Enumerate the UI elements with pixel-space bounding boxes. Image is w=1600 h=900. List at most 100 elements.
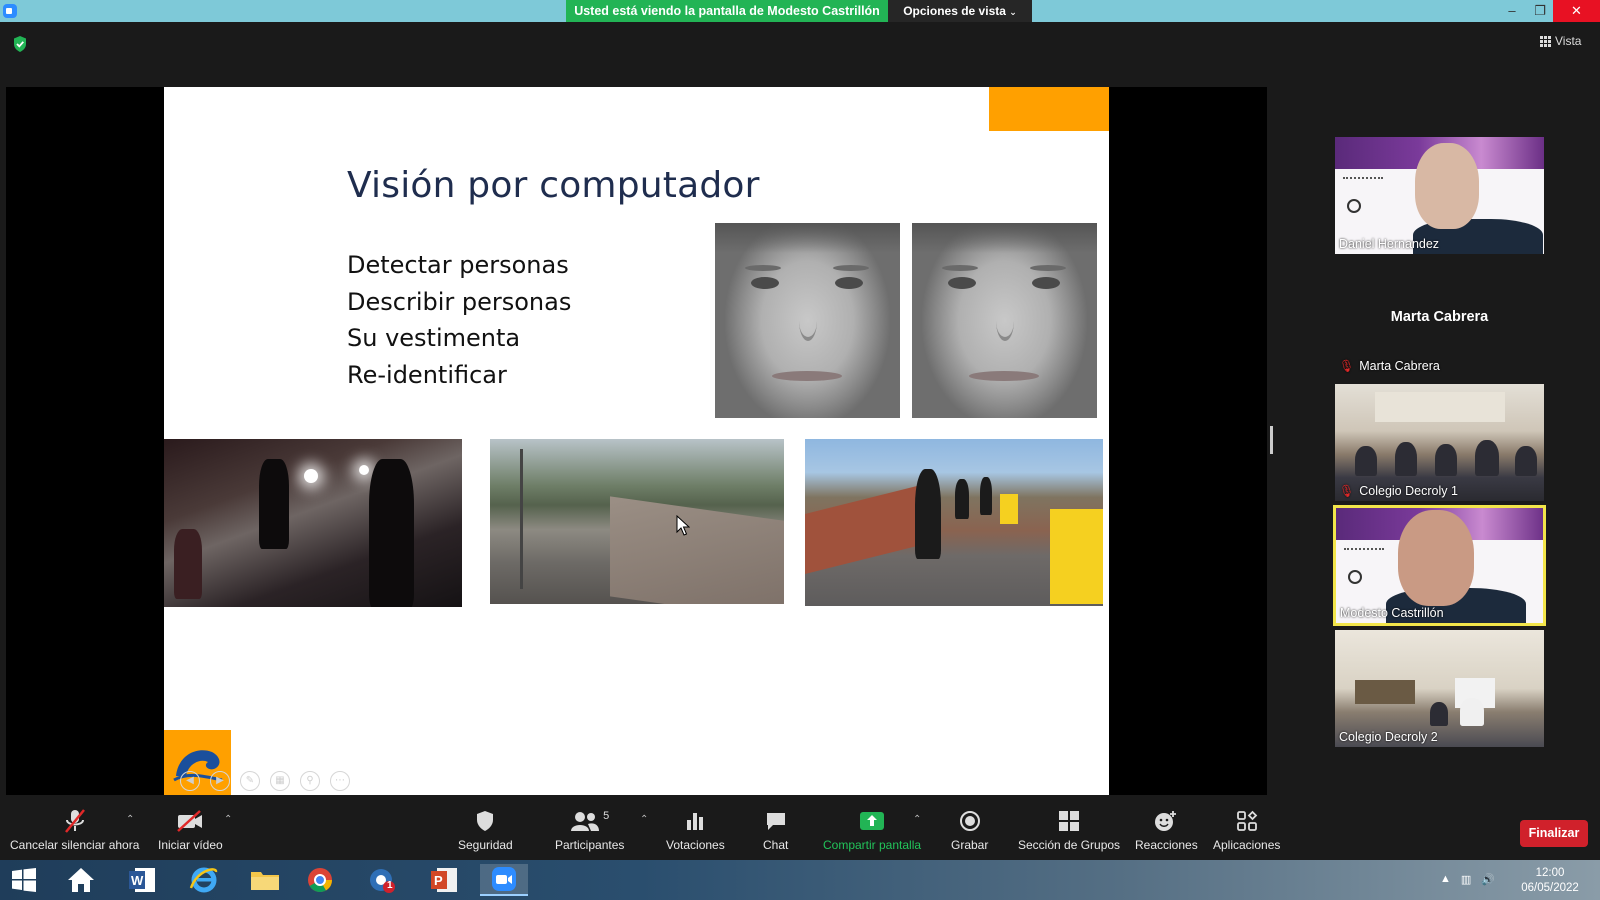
slide-bullet: Detectar personas — [347, 251, 569, 279]
taskbar-file-explorer[interactable] — [241, 864, 289, 896]
view-options-button[interactable]: Opciones de vista ⌄ — [888, 0, 1032, 22]
slide-bullet: Su vestimenta — [347, 324, 521, 352]
participant-name-placeholder: Marta Cabrera — [1390, 309, 1489, 325]
end-meeting-button[interactable]: Finalizar — [1520, 820, 1588, 847]
taskbar-powerpoint[interactable]: P — [420, 864, 468, 896]
slide-title: Visión por computador — [347, 165, 760, 206]
participant-tile[interactable]: Marta Cabrera 🎙 Marta Cabrera — [1335, 259, 1544, 376]
security-button[interactable]: Seguridad — [458, 808, 513, 852]
smiley-plus-icon — [1154, 808, 1178, 834]
tray-expand-icon[interactable]: ▲ — [1440, 873, 1451, 886]
chat-bubble-icon — [765, 808, 787, 834]
panel-splitter[interactable] — [1270, 426, 1273, 454]
participants-label: Participantes — [555, 838, 625, 852]
slide-bullet: Describir personas — [347, 287, 572, 316]
taskbar-chrome[interactable] — [296, 864, 344, 896]
muted-microphone-icon — [63, 808, 87, 834]
slide-controls: ◀ ▶ ✎ ▦ ⚲ ⋯ — [180, 771, 350, 791]
share-screen-icon — [859, 808, 885, 834]
powerpoint-icon: P — [431, 868, 457, 892]
record-button[interactable]: Grabar — [951, 808, 988, 852]
system-tray: ▲ ▥ 🔊 — [1440, 873, 1495, 886]
taskbar-clock[interactable]: 12:00 06/05/2022 — [1510, 866, 1590, 896]
taskbar-outlook[interactable]: 1 — [358, 864, 406, 896]
notification-badge: 1 — [387, 880, 393, 891]
muted-mic-icon: 🎙 — [1339, 484, 1355, 498]
mountain-path-photo — [490, 439, 784, 604]
chat-button[interactable]: Chat — [763, 808, 788, 852]
participant-tile[interactable]: Colegio Decroly 2 — [1335, 630, 1544, 747]
zoom-app-icon — [492, 867, 516, 891]
zoom-logo-icon — [3, 4, 17, 18]
reactions-label: Reacciones — [1135, 838, 1198, 852]
volume-icon[interactable]: 🔊 — [1481, 873, 1495, 886]
share-screen-button[interactable]: Compartir pantalla — [823, 808, 921, 852]
mouse-cursor-icon — [676, 515, 690, 536]
participant-name: Colegio Decroly 2 — [1339, 730, 1438, 744]
windows-logo-icon — [12, 868, 36, 892]
participant-tile[interactable]: 🎙 Colegio Decroly 1 — [1335, 384, 1544, 501]
chat-label: Chat — [763, 838, 789, 852]
pen-icon[interactable]: ✎ — [240, 771, 260, 791]
viewing-screen-banner: Usted está viendo la pantalla de Modesto… — [566, 0, 888, 22]
apps-button[interactable]: Aplicaciones — [1213, 808, 1280, 852]
close-button[interactable]: ✕ — [1553, 0, 1600, 22]
participant-name: Modesto Castrillón — [1340, 606, 1444, 620]
video-options-caret[interactable]: ⌃ — [224, 814, 232, 825]
security-label: Seguridad — [458, 838, 513, 852]
video-off-icon — [176, 808, 204, 834]
audio-options-caret[interactable]: ⌃ — [126, 814, 134, 825]
view-layout-button[interactable]: Vista — [1540, 34, 1581, 48]
chevron-down-icon: ⌄ — [1009, 7, 1017, 17]
slide-bullet-list: Detectar personas Describir personas Su … — [347, 247, 571, 393]
active-speaker-tile[interactable]: Modesto Castrillón — [1333, 505, 1546, 626]
previous-slide-icon[interactable]: ◀ — [180, 771, 200, 791]
share-options-caret[interactable]: ⌃ — [913, 814, 921, 825]
participant-tile[interactable]: Daniel Hernandez — [1335, 137, 1544, 254]
slide-accent-bar — [989, 87, 1109, 131]
taskbar-zoom[interactable] — [480, 864, 528, 896]
network-icon[interactable]: ▥ — [1461, 873, 1471, 886]
maximize-button[interactable]: ❐ — [1525, 0, 1555, 22]
participants-count: 5 — [603, 810, 610, 822]
home-icon — [68, 868, 94, 892]
view-options-label: Opciones de vista — [903, 4, 1006, 18]
more-options-icon[interactable]: ⋯ — [330, 771, 350, 791]
participants-button[interactable]: 5 Participantes — [555, 808, 624, 852]
participant-name: 🎙 Marta Cabrera — [1339, 359, 1440, 373]
windows-taskbar: W 1 P — [0, 860, 1600, 900]
taskbar-home[interactable] — [57, 864, 105, 896]
minimize-button[interactable]: – — [1497, 0, 1527, 22]
encryption-shield-icon[interactable] — [12, 35, 28, 53]
folder-icon — [251, 872, 279, 890]
internet-explorer-icon — [189, 867, 218, 893]
slide-bullet: Re-identificar — [347, 360, 507, 389]
start-video-button[interactable]: Iniciar vídeo — [158, 808, 223, 852]
windows-start-button[interactable] — [0, 864, 48, 896]
presentation-slide: Visión por computador Detectar personas … — [164, 87, 1109, 795]
bar-chart-icon — [685, 808, 705, 834]
participants-options-caret[interactable]: ⌃ — [640, 814, 648, 825]
svg-text:P: P — [434, 873, 443, 888]
taskbar-word[interactable]: W — [118, 864, 166, 896]
reactions-button[interactable]: Reacciones — [1135, 808, 1198, 852]
next-slide-icon[interactable]: ▶ — [210, 771, 230, 791]
apps-icon — [1236, 808, 1258, 834]
zoom-icon[interactable]: ⚲ — [300, 771, 320, 791]
polls-button[interactable]: Votaciones — [666, 808, 725, 852]
apps-label: Aplicaciones — [1213, 838, 1281, 852]
record-icon — [959, 808, 981, 834]
clock-time: 12:00 — [1535, 867, 1565, 879]
clock-date: 06/05/2022 — [1521, 882, 1579, 894]
unmute-button[interactable]: Cancelar silenciar ahora — [10, 808, 139, 852]
zoom-meeting-window: Usted está viendo la pantalla de Modesto… — [0, 0, 1600, 900]
slides-grid-icon[interactable]: ▦ — [270, 771, 290, 791]
grid-icon — [1540, 35, 1551, 47]
participant-name: Daniel Hernandez — [1339, 237, 1440, 251]
title-bar: Usted está viendo la pantalla de Modesto… — [0, 0, 1600, 22]
breakout-rooms-button[interactable]: Sección de Grupos — [1018, 808, 1120, 852]
taskbar-internet-explorer[interactable] — [180, 864, 228, 896]
shield-icon — [475, 808, 495, 834]
face-image-1 — [715, 223, 900, 418]
word-icon: W — [129, 868, 155, 892]
